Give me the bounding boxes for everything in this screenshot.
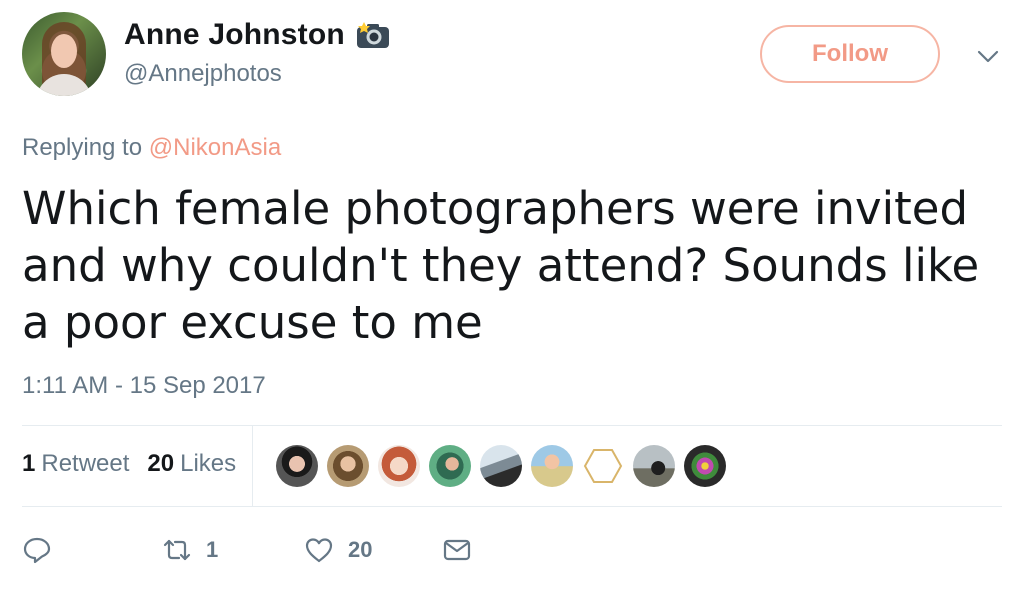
retweet-stat[interactable]: 1 Retweet [22, 450, 129, 478]
like-count: 20 [348, 537, 373, 562]
liker-avatar[interactable] [684, 445, 726, 487]
reply-mention-link[interactable]: @NikonAsia [149, 134, 281, 161]
likes-stat[interactable]: 20 Likes [147, 450, 236, 478]
liker-avatar[interactable] [378, 445, 420, 487]
tweet-actions: 1 20 [22, 532, 472, 568]
envelope-icon [443, 539, 471, 561]
author-handle[interactable]: @Annejphotos [124, 60, 282, 88]
reply-button[interactable] [22, 535, 162, 565]
liker-avatar[interactable] [429, 445, 471, 487]
liker-avatar[interactable] [480, 445, 522, 487]
liker-avatar[interactable] [531, 445, 573, 487]
retweet-stat-label: Retweet [41, 450, 130, 477]
divider-bottom [22, 506, 1002, 507]
author-name[interactable]: Anne Johnston [124, 18, 345, 52]
tweet-text: Which female photographers were invited … [22, 182, 980, 349]
replying-prefix: Replying to [22, 134, 143, 161]
tweet-stats: 1 Retweet 20 Likes [22, 450, 254, 478]
tweet-timestamp[interactable]: 1:11 AM - 15 Sep 2017 [22, 372, 266, 400]
reply-icon [23, 537, 51, 564]
camera-flash-icon [355, 20, 391, 50]
likes-stat-label: Likes [180, 450, 237, 477]
default-avatar-hexagon-icon[interactable] [582, 445, 624, 487]
retweet-icon [163, 539, 191, 561]
divider-top [22, 425, 1002, 426]
likers-avatars [276, 445, 735, 487]
author-avatar[interactable] [22, 12, 106, 96]
likes-stat-count: 20 [147, 450, 175, 477]
chevron-down-icon[interactable] [976, 44, 1000, 68]
author-name-row: Anne Johnston [124, 18, 391, 52]
liker-avatar[interactable] [276, 445, 318, 487]
replying-to: Replying to @NikonAsia [22, 134, 281, 162]
liker-avatar[interactable] [633, 445, 675, 487]
retweet-button[interactable]: 1 [162, 535, 304, 565]
retweet-count: 1 [206, 537, 219, 562]
stats-separator [252, 426, 253, 506]
avatar-face [51, 34, 77, 68]
liker-avatar[interactable] [327, 445, 369, 487]
retweet-stat-count: 1 [22, 450, 36, 477]
follow-button[interactable]: Follow [760, 25, 940, 83]
like-button[interactable]: 20 [304, 535, 442, 565]
heart-icon [305, 538, 333, 563]
direct-message-button[interactable] [442, 535, 472, 565]
